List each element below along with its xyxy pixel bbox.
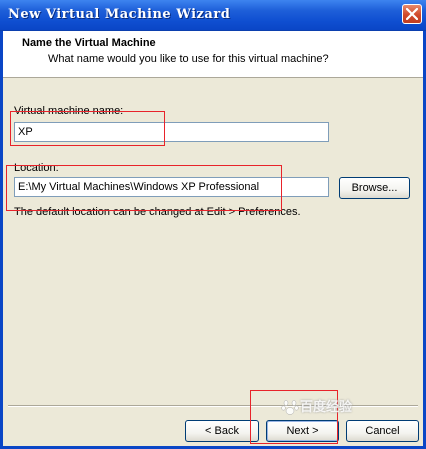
cancel-button[interactable]: Cancel (346, 420, 419, 442)
page-title: Name the Virtual Machine (22, 37, 156, 49)
footer-divider (8, 405, 418, 407)
location-hint: The default location can be changed at E… (14, 206, 301, 218)
watermark-text: 百度经验 (300, 399, 353, 414)
window-frame (0, 31, 426, 449)
browse-button[interactable]: Browse... (339, 177, 410, 199)
back-button[interactable]: < Back (185, 420, 259, 442)
close-icon (406, 8, 418, 20)
wizard-header: Name the Virtual Machine What name would… (0, 31, 426, 78)
location-input[interactable] (14, 177, 329, 197)
close-button[interactable] (402, 4, 422, 24)
next-button[interactable]: Next > (266, 420, 339, 442)
page-subtitle: What name would you like to use for this… (48, 53, 329, 65)
title-bar: New Virtual Machine Wizard (0, 0, 426, 31)
vm-name-label: Virtual machine name: (14, 105, 124, 117)
window-title: New Virtual Machine Wizard (8, 7, 231, 22)
location-label: Location: (14, 162, 59, 174)
vm-name-input[interactable] (14, 122, 329, 142)
baidu-paw-icon (281, 400, 299, 415)
